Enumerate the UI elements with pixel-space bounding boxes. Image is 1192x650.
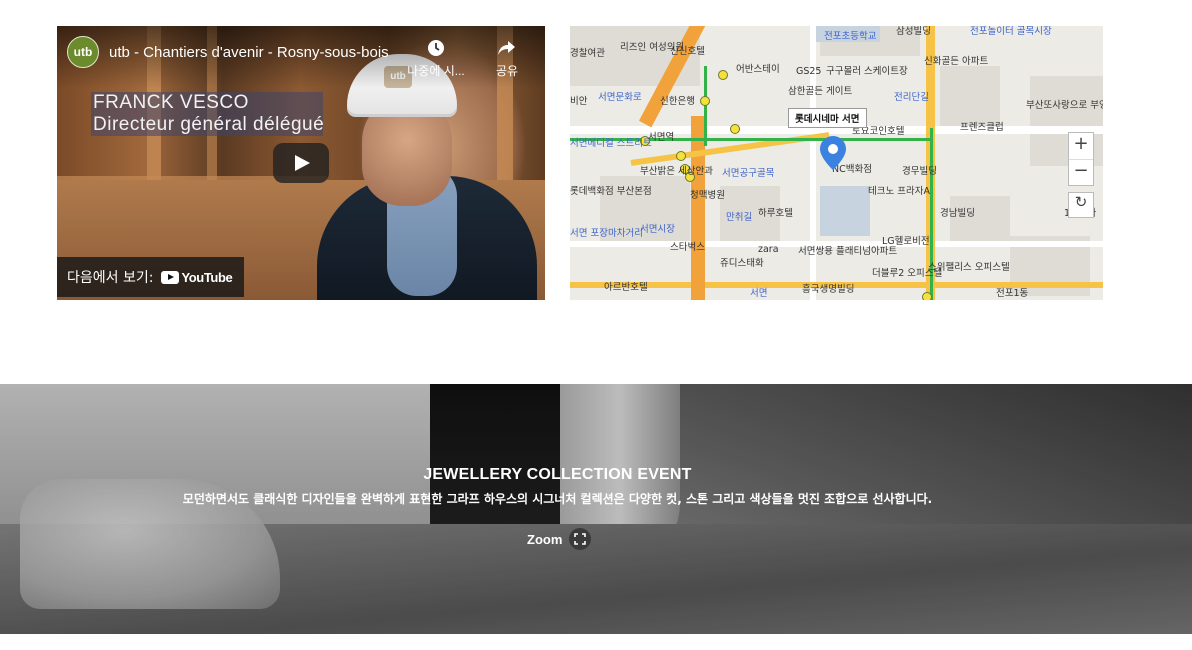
youtube-logo: YouTube (161, 269, 233, 285)
location-map[interactable]: 경찰여관 리즈인 여성의원 신신호텔 전포초등학교 삼성빌딩 전포놀이터 골목시… (570, 26, 1103, 300)
map-label: 부산밝은 세상안과 (640, 166, 713, 177)
map-label: 서면 (750, 288, 768, 299)
share-button[interactable]: 공유 (477, 38, 537, 79)
map-label: 삼성빌딩 (896, 26, 931, 37)
map-label: 서면쌍용 플래티넘아파트 (798, 246, 898, 257)
map-label: 만취길 (726, 212, 753, 223)
map-label: 신한은행 (660, 96, 695, 107)
watch-on-label: 다음에서 보기: (67, 270, 154, 286)
map-label: 서면역 (648, 132, 675, 143)
map-label: 서면시장 (640, 224, 675, 235)
map-label: 서면문화로 (598, 92, 642, 103)
map-label: 서면 포장마차거리 (570, 228, 643, 239)
map-label: 삼한골든 게이트 (788, 86, 853, 97)
video-title-link[interactable]: utb - Chantiers d'avenir - Rosny-sous-bo… (109, 44, 389, 61)
lower-third-caption: FRANCK VESCO Directeur général délégué (91, 92, 325, 136)
caption-name: FRANCK VESCO (93, 92, 249, 113)
map-label: 프렌즈클럽 (960, 122, 1004, 133)
zoom-in-button[interactable]: + (1069, 133, 1093, 160)
map-label: 부산또사랑으로 부영아파트 (1026, 100, 1103, 111)
map-label: 구구몰러 스케이트장 (826, 66, 908, 77)
location-pin-icon[interactable] (820, 136, 846, 170)
map-label: 신화골든 아파트 (924, 56, 989, 67)
watch-on-youtube-button[interactable]: 다음에서 보기: YouTube (57, 257, 245, 297)
youtube-wordmark: YouTube (181, 269, 233, 285)
map-label: GS25 (796, 66, 822, 77)
expand-icon (569, 528, 592, 550)
map-label: zara (758, 244, 779, 255)
share-label: 공유 (495, 64, 519, 78)
map-label: 비안 (570, 96, 588, 107)
channel-avatar[interactable]: utb (67, 36, 99, 68)
map-label: 신신호텔 (670, 46, 705, 57)
caption-role: Directeur général délégué (93, 114, 325, 135)
map-label: 경남빌딩 (940, 208, 975, 219)
map-label: 쥬디스태화 (720, 258, 764, 269)
map-label: 전리단길 (894, 92, 929, 103)
map-label: 전포초등학교 (824, 31, 877, 42)
map-label: 전포1동 (996, 288, 1029, 299)
youtube-video-embed[interactable]: utb utb utb - Chantiers d'avenir - Rosny… (57, 26, 545, 300)
share-icon (498, 41, 515, 55)
play-button[interactable] (273, 143, 329, 183)
watch-later-button[interactable]: 나중에 시... (406, 38, 466, 79)
map-label: 경무빌딩 (902, 166, 937, 177)
clock-icon (428, 40, 444, 56)
map-refresh-button[interactable]: ↻ (1068, 192, 1094, 218)
banner-subtitle: 모던하면서도 클래식한 디자인들을 완벽하게 표현한 그라프 하우스의 시그너처… (182, 492, 933, 506)
watch-later-label: 나중에 시... (407, 64, 465, 78)
map-label: 롯데백화점 부산본점 (570, 186, 652, 197)
zoom-label: Zoom (527, 531, 563, 547)
zoom-out-button[interactable]: − (1069, 160, 1093, 186)
map-label: 전포놀이터 골목시장 (970, 26, 1052, 37)
map-label: 어반스테이 (736, 64, 780, 75)
map-zoom-control: + − (1068, 132, 1094, 186)
map-label: 청맥병원 (690, 190, 725, 201)
banner-title: JEWELLERY COLLECTION EVENT (423, 466, 692, 483)
map-label: 서면공구골목 (722, 168, 775, 179)
map-place-tooltip[interactable]: 롯데시네마 서면 (788, 108, 867, 128)
map-label: 경찰여관 (570, 48, 605, 59)
map-label: 하루호텔 (758, 208, 793, 219)
map-label: 스타벅스 (670, 242, 705, 253)
jewellery-event-banner: JEWELLERY COLLECTION EVENT 모던하면서도 클래식한 디… (0, 384, 1192, 634)
map-label: 아르반호텔 (604, 282, 648, 293)
map-label: 흥국생명빌딩 (802, 284, 855, 295)
youtube-icon (161, 270, 180, 284)
map-label: 스위팰리스 오피스텔 (928, 262, 1010, 273)
zoom-button[interactable]: Zoom (527, 528, 592, 550)
map-label: 테크노 프라자A (868, 186, 930, 197)
map-label: 서면메디컬 스트리트 (570, 138, 652, 149)
